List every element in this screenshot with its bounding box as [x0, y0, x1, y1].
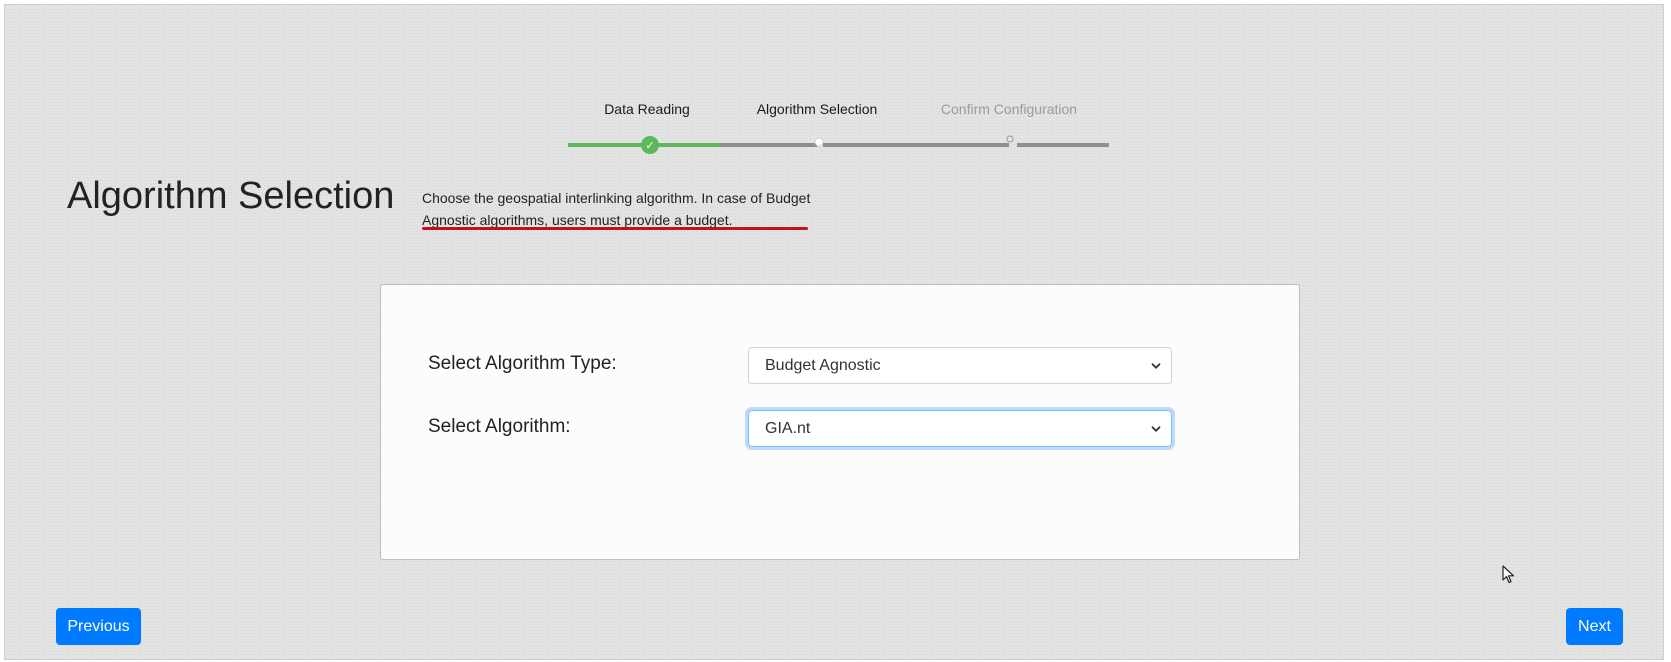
- step-confirm-configuration[interactable]: Confirm Configuration: [941, 101, 1077, 117]
- app-frame: Data Reading Algorithm Selection Confirm…: [4, 4, 1664, 660]
- progress-stepper: Data Reading Algorithm Selection Confirm…: [5, 5, 1663, 155]
- algorithm-type-row: Select Algorithm Type: Budget Agnostic: [428, 347, 1228, 384]
- algorithm-type-label: Select Algorithm Type:: [428, 353, 617, 374]
- mouse-cursor-icon: [1502, 565, 1515, 584]
- check-icon: ✓: [641, 136, 659, 154]
- pending-step-dot: [1006, 135, 1014, 143]
- previous-button[interactable]: Previous: [56, 608, 141, 645]
- algorithm-form-card: Select Algorithm Type: Budget Agnostic S…: [380, 284, 1300, 560]
- algorithm-row: Select Algorithm: GIA.nt: [428, 410, 1228, 447]
- algorithm-label: Select Algorithm:: [428, 416, 571, 437]
- algorithm-type-select[interactable]: Budget Agnostic: [748, 347, 1172, 384]
- annotation-underline: [422, 227, 808, 230]
- page-title: Algorithm Selection: [67, 175, 395, 217]
- algorithm-select[interactable]: GIA.nt: [748, 410, 1172, 447]
- chevron-down-icon: [1151, 425, 1161, 432]
- page-description: Choose the geospatial interlinking algor…: [422, 190, 811, 228]
- step-track-remaining-2: [823, 143, 1009, 147]
- current-step-dot: [814, 137, 824, 147]
- step-algorithm-selection[interactable]: Algorithm Selection: [757, 101, 878, 117]
- algorithm-type-value: Budget Agnostic: [765, 356, 881, 374]
- algorithm-value: GIA.nt: [765, 419, 811, 437]
- step-track-remaining: [721, 143, 817, 147]
- step-track-remaining-3: [1017, 143, 1109, 147]
- next-button[interactable]: Next: [1566, 608, 1623, 645]
- step-data-reading[interactable]: Data Reading: [604, 101, 690, 117]
- chevron-down-icon: [1151, 362, 1161, 369]
